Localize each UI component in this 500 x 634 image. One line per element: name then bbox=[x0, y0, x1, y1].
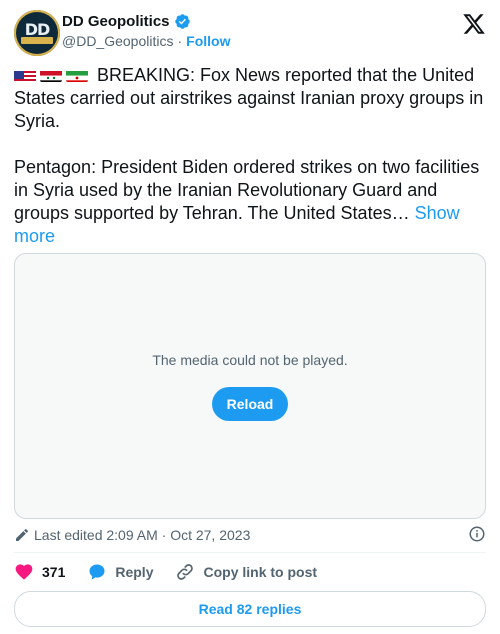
flag-usa-icon bbox=[14, 68, 36, 82]
read-replies-label: Read 82 replies bbox=[198, 601, 302, 617]
media-error-message: The media could not be played. bbox=[152, 352, 348, 368]
author-handle-row: @DD_Geopolitics · Follow bbox=[62, 33, 230, 49]
author-display-name[interactable]: DD Geopolitics bbox=[62, 13, 170, 30]
author-name-row: DD Geopolitics bbox=[62, 13, 191, 30]
flag-iran-icon bbox=[66, 68, 88, 82]
copy-link-button[interactable]: Copy link to post bbox=[175, 562, 317, 582]
info-icon[interactable] bbox=[468, 525, 486, 543]
embedded-post-card: DD DD Geopolitics @DD_Geopolitics · Foll… bbox=[0, 0, 500, 634]
author-handle[interactable]: @DD_Geopolitics bbox=[62, 33, 173, 49]
reply-button[interactable]: Reply bbox=[87, 562, 153, 582]
likes-count: 371 bbox=[42, 564, 66, 580]
link-icon bbox=[177, 564, 194, 580]
avatar-ribbon bbox=[21, 37, 53, 44]
post-header: DD DD Geopolitics @DD_Geopolitics · Foll… bbox=[14, 10, 486, 58]
reply-label: Reply bbox=[115, 564, 154, 580]
follow-link[interactable]: Follow bbox=[186, 33, 230, 49]
verified-badge-icon bbox=[174, 14, 190, 29]
pencil-icon bbox=[16, 528, 29, 541]
post-text: BREAKING: Fox News reported that the Uni… bbox=[14, 64, 486, 248]
copy-link-label: Copy link to post bbox=[203, 564, 318, 580]
flag-syria-icon bbox=[40, 68, 62, 82]
read-replies-button[interactable]: Read 82 replies bbox=[14, 591, 486, 627]
heart-icon bbox=[15, 564, 33, 580]
like-button[interactable]: 371 bbox=[14, 562, 65, 582]
post-meta: Last edited 2:09 AM · Oct 27, 2023 bbox=[14, 526, 486, 544]
last-edited-timestamp[interactable]: Last edited 2:09 AM · Oct 27, 2023 bbox=[34, 527, 250, 543]
media-container: The media could not be played. Reload bbox=[14, 253, 486, 519]
reload-button[interactable]: Reload bbox=[212, 387, 288, 421]
x-logo-icon[interactable] bbox=[462, 12, 486, 36]
reply-bubble-icon bbox=[89, 564, 105, 580]
avatar[interactable]: DD bbox=[14, 10, 60, 56]
divider bbox=[14, 552, 486, 553]
handle-separator: · bbox=[177, 33, 183, 49]
post-actions: 371 Reply Copy link to post bbox=[14, 562, 339, 582]
avatar-logo-text: DD bbox=[24, 20, 51, 39]
